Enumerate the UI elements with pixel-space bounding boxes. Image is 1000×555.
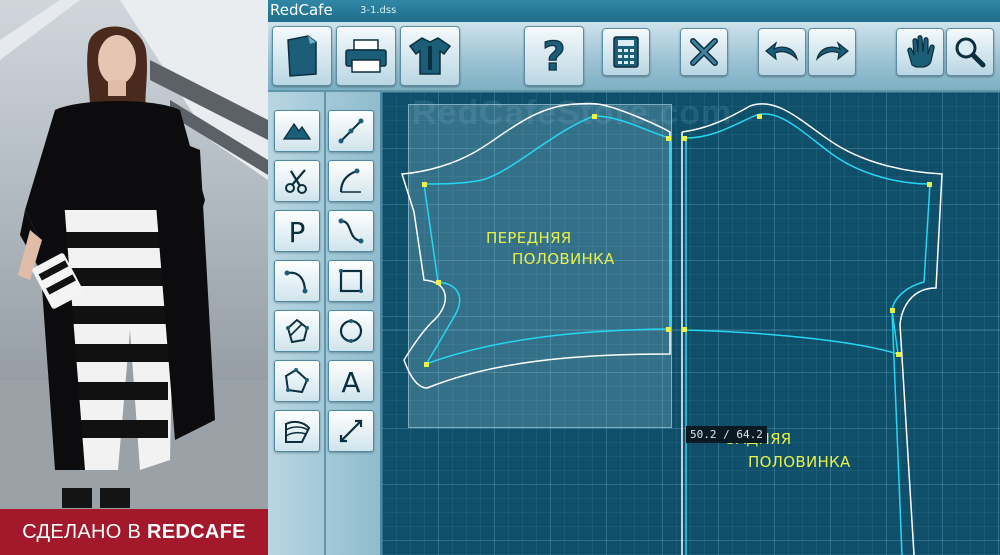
- svg-text:?: ?: [542, 34, 565, 78]
- calculator-icon: [613, 36, 639, 68]
- s-curve-icon: [338, 218, 364, 244]
- line-dots-icon: [338, 118, 364, 144]
- svg-text:A: A: [341, 366, 360, 396]
- tool-sidebar: P A: [268, 92, 382, 555]
- new-document-button[interactable]: [272, 26, 332, 86]
- delete-button[interactable]: [680, 28, 728, 76]
- curve-icon: [339, 168, 361, 193]
- tool-p-letter[interactable]: P: [274, 210, 320, 252]
- svg-text:P: P: [289, 216, 306, 246]
- p-letter-icon: P: [289, 216, 306, 246]
- circle-icon: [339, 319, 363, 343]
- tool-polygon[interactable]: [274, 360, 320, 402]
- fashion-photo: СДЕЛАНО В REDCAFE: [0, 0, 268, 555]
- square-icon: [339, 269, 363, 293]
- zoom-button[interactable]: [946, 28, 994, 76]
- tool-mountain[interactable]: [274, 110, 320, 152]
- undo-button[interactable]: [758, 28, 806, 76]
- undo-arrow-icon: [765, 41, 799, 61]
- tool-fan[interactable]: [274, 410, 320, 452]
- back-label-line2: ПОЛОВИНКА: [748, 453, 851, 471]
- back-piece-seam: [683, 113, 931, 555]
- tool-s-curve[interactable]: [328, 210, 374, 252]
- tool-scissors[interactable]: [274, 160, 320, 202]
- tool-circle[interactable]: [328, 310, 374, 352]
- tool-measure[interactable]: [328, 410, 374, 452]
- calculator-button[interactable]: [602, 28, 650, 76]
- tool-rotate-shape[interactable]: [274, 310, 320, 352]
- cursor-coordinates: 50.2 / 64.2: [686, 426, 767, 443]
- back-piece-outline: [681, 103, 943, 555]
- model-button[interactable]: [400, 26, 460, 86]
- front-label-line1: ПЕРЕДНЯЯ: [486, 229, 572, 247]
- model-illustration: [0, 0, 268, 555]
- tool-square[interactable]: [328, 260, 374, 302]
- tool-curve[interactable]: [328, 160, 374, 202]
- tool-arc[interactable]: [274, 260, 320, 302]
- print-button[interactable]: [336, 26, 396, 86]
- fan-icon: [285, 420, 311, 443]
- tool-a-letter[interactable]: A: [328, 360, 374, 402]
- magnifier-icon: [955, 37, 986, 68]
- pattern-canvas[interactable]: RedCafeStore.com ПЕРЕДНЯЯ ПОЛОВИНКА ПОЛО…: [382, 92, 1000, 555]
- pattern-drawing: [382, 102, 1000, 555]
- mountain-icon: [282, 122, 312, 140]
- a-letter-icon: A: [341, 366, 360, 396]
- front-label-line2: ПОЛОВИНКА: [512, 250, 615, 268]
- scissors-icon: [285, 169, 307, 194]
- polygon-icon: [284, 368, 309, 394]
- measure-arrow-icon: [339, 419, 363, 443]
- redcafe-app-window: RedCafe 3-1.dss ? P A RedCafeStore.com П…: [268, 0, 1000, 555]
- hand-icon: [907, 35, 935, 68]
- printer-icon: [345, 39, 387, 73]
- banner-brand: REDCAFE: [147, 521, 246, 543]
- made-in-redcafe-banner: СДЕЛАНО В REDCAFE: [0, 509, 268, 555]
- file-name: 3-1.dss: [360, 5, 397, 16]
- redo-arrow-icon: [815, 41, 849, 61]
- redo-button[interactable]: [808, 28, 856, 76]
- question-icon: ?: [542, 34, 566, 78]
- pan-button[interactable]: [896, 28, 944, 76]
- rotate-shape-icon: [286, 318, 309, 344]
- tool-line-dots[interactable]: [328, 110, 374, 152]
- close-x-icon: [690, 38, 718, 66]
- banner-prefix: СДЕЛАНО В: [22, 521, 148, 543]
- app-title: RedCafe: [270, 1, 333, 19]
- help-button[interactable]: ?: [524, 26, 584, 86]
- document-icon: [287, 35, 317, 77]
- arc-icon: [284, 270, 308, 294]
- tshirt-icon: [408, 37, 452, 75]
- title-bar: RedCafe 3-1.dss: [268, 0, 1000, 22]
- main-toolbar: ?: [268, 22, 1000, 92]
